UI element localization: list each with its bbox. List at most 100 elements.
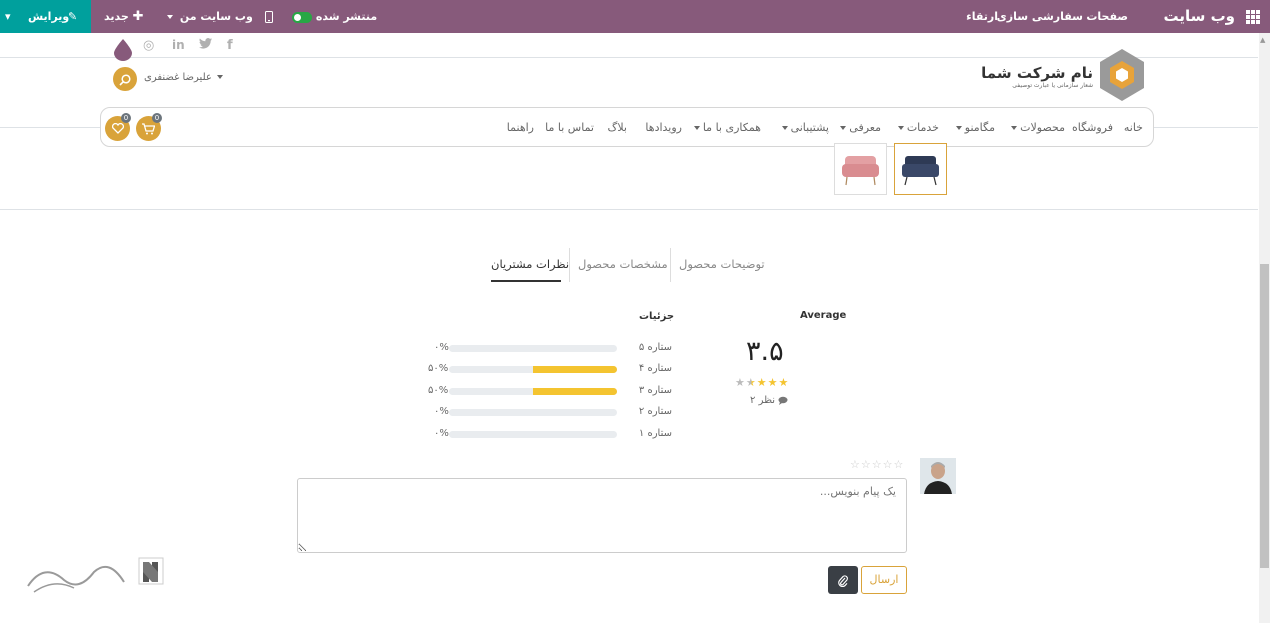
product-thumbnail-pink-chair[interactable] [834,143,887,195]
new-button[interactable]: جدید ✚ [104,0,144,33]
tab-separator [670,248,671,282]
nav-item-products[interactable]: محصولات [1011,121,1065,134]
published-label: منتشر شده [315,10,378,23]
send-button[interactable]: ارسال [861,566,907,594]
nav-item-help[interactable]: راهنما [507,121,534,134]
nav-item-label: فروشگاه [1071,121,1113,134]
nav-item-label: تماس با ما [545,121,594,134]
tab-product-specs[interactable]: مشخصات محصول [578,257,668,271]
rating-bar-fill [533,366,617,373]
nav-item-shop[interactable]: فروشگاه [1072,121,1113,134]
toggle-switch-icon[interactable] [292,11,312,23]
nav-item-label: راهنما [506,121,534,134]
nav-item-home[interactable]: خانه [1124,121,1143,134]
review-count-text: ۲ نظر [750,395,776,406]
chevron-down-icon [217,75,224,79]
review-count: ۲ نظر [750,395,789,406]
nav-item-support[interactable]: پشتیبانی [781,121,829,134]
user-menu[interactable]: علیرضا غضنفری [144,72,226,83]
product-thumbnail-blue-chair[interactable] [894,143,947,195]
cart-count-badge: 0 [152,113,162,123]
mobile-preview-icon[interactable] [265,0,273,33]
attach-button[interactable] [828,566,858,594]
star-full-icon: ★ [778,376,790,389]
section-divider [0,209,1258,210]
nav-item-label: محصولات [1020,121,1065,134]
rating-row-percent: ۵۰% [428,385,449,396]
star-outline-icon[interactable]: ☆ [872,458,883,471]
chevron-down-icon [840,126,847,130]
nav-item-label: رویدادها [645,121,682,134]
rating-bar-fill [533,388,617,395]
menu-pages[interactable]: صفحات [1086,0,1128,33]
my-website-label: وب سایت من [179,10,253,23]
new-label: جدید [104,10,129,23]
nav-item-label: خانه [1123,121,1143,134]
twitter-icon[interactable] [199,38,212,53]
comments-icon [778,395,789,406]
chevron-down-icon [897,126,904,130]
plus-icon: ✚ [132,9,144,24]
star-empty-icon: ★ [735,376,746,389]
scroll-up-icon[interactable]: ▲ [1260,36,1265,44]
edit-button[interactable]: ▾ ویرایش ✎ [0,0,91,33]
rating-bar-track [449,409,617,416]
nav-item-services[interactable]: خدمات [897,121,939,134]
menu-customize[interactable]: سفارشی سازی [997,0,1083,33]
app-title[interactable]: وب سایت [1163,0,1235,33]
nav-item-careers[interactable]: همکاری با ما [693,121,761,134]
website-topbar: وب سایت صفحات سفارشی سازی ارتقاء منتشر ش… [0,0,1270,33]
company-logo[interactable] [1100,49,1144,105]
rating-row-label: ۱ ستاره [638,428,672,439]
message-textarea[interactable] [297,478,907,553]
star-full-icon: ★ [756,376,768,389]
user-rating-input[interactable]: ☆☆☆☆☆ [850,458,904,471]
nav-item-label: پشتیبانی [790,121,829,134]
tab-separator [569,248,570,282]
theme-color-drop-icon[interactable] [114,39,132,61]
nav-side-line-left [0,127,100,128]
average-value: ۳.۵ [746,336,784,367]
nav-item-label: مگامنو [964,121,995,134]
chevron-down-icon [955,126,962,130]
header-divider [0,57,1258,58]
my-website-dropdown[interactable]: وب سایت من [167,0,253,33]
linkedin-icon[interactable]: in [172,38,185,52]
rating-row-label: ۴ ستاره [638,363,672,374]
nav-item-megamenu[interactable]: مگامنو [955,121,995,134]
instagram-icon[interactable]: ◎ [143,38,154,53]
nav-item-about[interactable]: معرفی [840,121,881,134]
rating-row-label: ۲ ستاره [638,406,672,417]
search-button[interactable] [113,67,137,91]
publish-toggle[interactable]: منتشر شده [292,0,377,33]
avatar [920,458,956,494]
chevron-down-icon[interactable]: ▾ [5,0,11,33]
tab-customer-reviews[interactable]: نظرات مشتریان [491,257,569,271]
rating-row-label: ۳ ستاره [638,385,672,396]
star-full-icon: ★ [767,376,779,389]
chevron-down-icon [781,126,788,130]
rating-row-percent: ۰% [434,428,449,439]
star-outline-icon[interactable]: ☆ [883,458,894,471]
nav-item-label: خدمات [906,121,939,134]
watermark-logo [24,552,169,604]
paperclip-icon [838,573,848,587]
rating-row-label: ۵ ستاره [638,342,672,353]
nav-item-label: همکاری با ما [702,121,761,134]
rating-row-percent: ۰% [434,342,449,353]
apps-grid-icon[interactable] [1246,0,1260,33]
tab-product-description[interactable]: توضیحات محصول [679,257,765,271]
star-outline-icon[interactable]: ☆ [861,458,872,471]
average-label: Average [800,310,847,321]
menu-upgrade[interactable]: ارتقاء [966,0,998,33]
nav-item-events[interactable]: رویدادها [645,121,682,134]
scrollbar-thumb[interactable] [1260,264,1269,568]
facebook-icon[interactable]: f [227,38,233,53]
nav-item-contact[interactable]: تماس با ما [545,121,594,134]
edit-label: ویرایش [28,10,70,23]
star-half-icon: ★ [745,376,757,389]
star-outline-icon[interactable]: ☆ [894,458,905,471]
star-outline-icon[interactable]: ☆ [850,458,861,471]
company-tagline: شعار سازمانی یا عبارت توصیفی [1012,82,1093,89]
nav-item-blog[interactable]: بلاگ [608,121,627,134]
